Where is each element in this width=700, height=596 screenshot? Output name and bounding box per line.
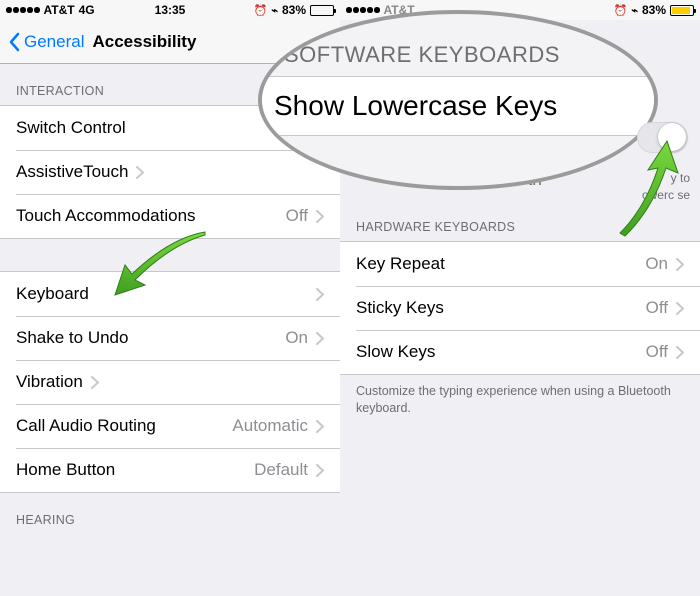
cell-detail: Default — [254, 460, 308, 480]
row-key-repeat[interactable]: Key Repeat On — [340, 242, 700, 286]
hint-right-fragment: y to owerc se — [642, 170, 690, 204]
carrier-label: AT&T — [44, 3, 75, 17]
cell-detail: On — [285, 328, 308, 348]
page-title: Accessibility — [92, 32, 196, 52]
chevron-right-icon — [91, 376, 99, 389]
battery-percent: 83% — [642, 3, 666, 17]
chevron-right-icon — [136, 166, 144, 179]
alarm-icon: ⏰ — [254, 4, 268, 17]
chevron-right-icon — [316, 288, 324, 301]
status-left: AT&T 4G — [6, 3, 95, 17]
row-show-lowercase-keys[interactable]: Show Lowercase Keys — [262, 76, 654, 136]
cell-label: Switch Control — [16, 118, 126, 138]
section-footer-hardware: Customize the typing experience when usi… — [340, 375, 700, 429]
section-header-hardware-keyboards: HARDWARE KEYBOARDS — [340, 200, 700, 241]
row-shake-to-undo[interactable]: Shake to Undo On — [0, 316, 340, 360]
signal-strength-icon — [346, 7, 380, 13]
row-call-audio-routing[interactable]: Call Audio Routing Automatic — [0, 404, 340, 448]
status-right: ⏰ ⌁ 83% — [614, 3, 694, 17]
chevron-right-icon — [316, 210, 324, 223]
alarm-icon: ⏰ — [614, 4, 628, 17]
cell-label: Shake to Undo — [16, 328, 128, 348]
cell-detail: Off — [646, 342, 668, 362]
status-bar: AT&T 4G 13:35 ⏰ ⌁ 83% — [0, 0, 340, 20]
status-right: ⏰ ⌁ 83% — [254, 3, 334, 17]
cell-label: Touch Accommodations — [16, 206, 196, 226]
row-slow-keys[interactable]: Slow Keys Off — [340, 330, 700, 374]
cell-detail: On — [645, 254, 668, 274]
chevron-left-icon — [8, 32, 20, 52]
cell-label: Keyboard — [16, 284, 89, 304]
network-label: 4G — [79, 3, 95, 17]
callout-bubble: SOFTWARE KEYBOARDS Show Lowercase Keys — [258, 10, 658, 190]
signal-strength-icon — [6, 7, 40, 13]
cell-detail: Automatic — [232, 416, 308, 436]
cell-detail: Off — [286, 206, 308, 226]
battery-percent: 83% — [282, 3, 306, 17]
cell-label: Call Audio Routing — [16, 416, 156, 436]
cell-label: AssistiveTouch — [16, 162, 128, 182]
cell-label: Vibration — [16, 372, 83, 392]
battery-icon — [310, 5, 334, 16]
chevron-right-icon — [676, 346, 684, 359]
cell-label: Sticky Keys — [356, 298, 444, 318]
back-button[interactable]: General — [8, 32, 84, 52]
cell-label: Key Repeat — [356, 254, 445, 274]
battery-icon — [670, 5, 694, 16]
row-assistive-touch[interactable]: AssistiveTouch — [0, 150, 340, 194]
show-lowercase-toggle[interactable] — [637, 122, 688, 153]
bluetooth-icon: ⌁ — [271, 4, 278, 17]
section-header-hearing: HEARING — [0, 493, 340, 534]
chevron-right-icon — [316, 420, 324, 433]
interaction-group-2: Keyboard Shake to Undo On Vibration Call… — [0, 271, 340, 493]
cell-label: Home Button — [16, 460, 115, 480]
section-header-software-keyboards: SOFTWARE KEYBOARDS — [262, 42, 654, 76]
row-vibration[interactable]: Vibration — [0, 360, 340, 404]
chevron-right-icon — [676, 302, 684, 315]
cell-label: Show Lowercase Keys — [274, 90, 557, 122]
cell-detail: Off — [646, 298, 668, 318]
back-label: General — [24, 32, 84, 52]
hardware-keyboards-group: Key Repeat On Sticky Keys Off Slow Keys … — [340, 241, 700, 375]
status-time: 13:35 — [155, 3, 186, 17]
chevron-right-icon — [676, 258, 684, 271]
row-touch-accommodations[interactable]: Touch Accommodations Off — [0, 194, 340, 238]
chevron-right-icon — [316, 332, 324, 345]
bluetooth-icon: ⌁ — [631, 4, 638, 17]
row-keyboard[interactable]: Keyboard — [0, 272, 340, 316]
row-home-button[interactable]: Home Button Default — [0, 448, 340, 492]
row-sticky-keys[interactable]: Sticky Keys Off — [340, 286, 700, 330]
chevron-right-icon — [316, 464, 324, 477]
cell-label: Slow Keys — [356, 342, 435, 362]
